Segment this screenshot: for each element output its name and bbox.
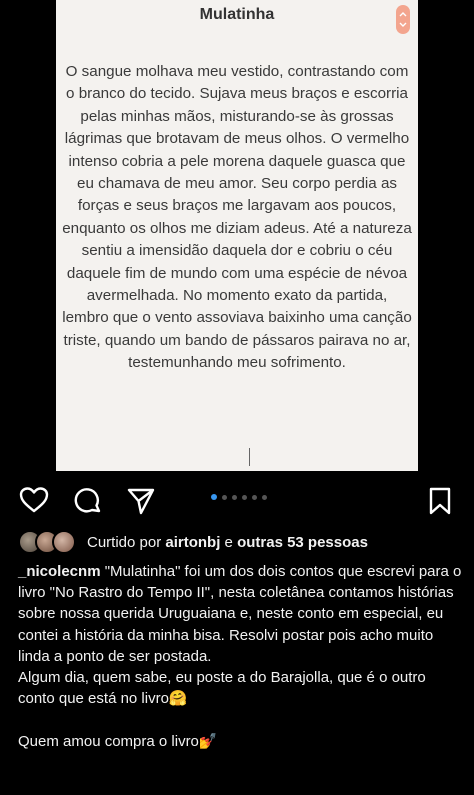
caption-line-2: Algum dia, quem sabe, eu poste a do Bara…: [18, 669, 426, 708]
story-title: Mulatinha: [199, 6, 275, 23]
carousel-dot: [242, 494, 247, 500]
carousel-indicator: [211, 493, 267, 501]
liker-username[interactable]: airtonbj: [165, 534, 220, 551]
post-image-page[interactable]: Mulatinha O sangue molhava meu vestido, …: [56, 0, 418, 471]
carousel-dot: [211, 494, 217, 500]
avatar: [52, 530, 76, 554]
post-caption: _nicolecnm "Mulatinha" foi um dos dois c…: [18, 561, 464, 752]
story-text: O sangue molhava meu vestido, contrastan…: [62, 63, 412, 372]
likes-row[interactable]: Curtido por airtonbj e outras 53 pessoas: [18, 529, 368, 555]
caption-line-3: Quem amou compra o livro💅: [18, 732, 218, 750]
text-cursor: [249, 448, 250, 466]
likes-prefix: Curtido por: [87, 533, 166, 551]
liker-avatars: [18, 530, 78, 554]
carousel-dot: [222, 494, 227, 500]
comment-icon[interactable]: [73, 486, 103, 521]
carousel-dot: [262, 494, 267, 500]
likes-conjunction: e: [220, 533, 238, 551]
carousel-dot: [232, 494, 237, 500]
paper-plane-icon[interactable]: [126, 486, 156, 521]
chevron-up-down-icon[interactable]: [396, 5, 410, 34]
bookmark-icon[interactable]: [427, 486, 453, 521]
likes-others-count[interactable]: outras 53 pessoas: [237, 534, 368, 551]
caption-username[interactable]: _nicolecnm: [18, 563, 101, 580]
carousel-dot: [252, 494, 257, 500]
post-action-bar: [0, 484, 474, 518]
heart-icon[interactable]: [19, 486, 49, 519]
post-media-area: Mulatinha O sangue molhava meu vestido, …: [0, 0, 474, 471]
likes-text: Curtido por airtonbj e outras 53 pessoas: [87, 534, 368, 551]
